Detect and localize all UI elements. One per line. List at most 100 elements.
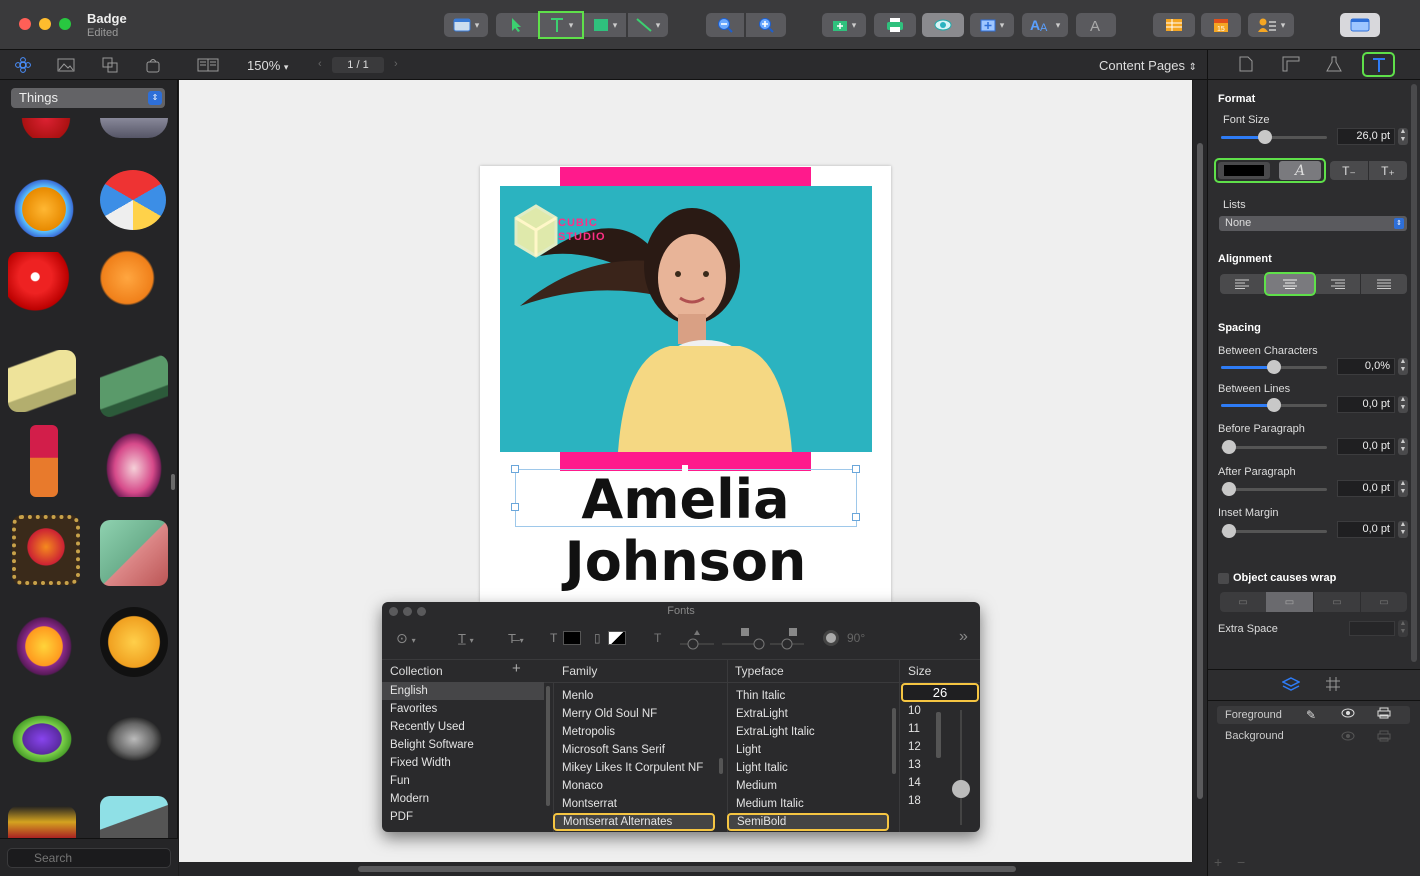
shadow-sliders[interactable] (674, 626, 814, 652)
wrap-mode-1[interactable]: ▭ (1220, 592, 1266, 612)
align-left-button[interactable] (1220, 274, 1264, 294)
size-slider-track[interactable] (960, 710, 962, 825)
layout-inspector-tab[interactable] (1282, 56, 1300, 75)
clipart-figure[interactable] (100, 425, 168, 497)
calendar-button[interactable]: 15 (1201, 13, 1241, 37)
align-right-button[interactable] (1316, 274, 1360, 294)
close-window-button[interactable] (19, 18, 31, 30)
size-item[interactable]: 13 (900, 756, 934, 774)
after-para-slider[interactable] (1221, 488, 1327, 491)
size-list-scrollbar[interactable] (936, 712, 941, 758)
shape-tool-button[interactable]: ▾ (584, 13, 626, 37)
size-item[interactable]: 18 (900, 792, 934, 810)
zoom-in-button[interactable] (746, 13, 786, 37)
text-format-button[interactable]: A (1076, 13, 1116, 37)
between-lines-field[interactable]: 0,0 pt (1337, 396, 1395, 413)
clipart-stamp[interactable] (100, 520, 168, 586)
before-para-stepper[interactable]: ▲ ▼ (1398, 438, 1408, 455)
object-inspector-tab[interactable] (1325, 56, 1343, 75)
line-tool-button[interactable]: ▾ (628, 13, 668, 37)
lists-select[interactable]: None ⇕ (1219, 216, 1407, 231)
clipart-binoculars-purple[interactable] (8, 712, 76, 766)
library-search-input[interactable] (7, 848, 171, 868)
typeface-item[interactable]: Thin Italic (728, 687, 890, 705)
printer-icon[interactable] (1377, 730, 1391, 745)
size-input[interactable]: 26 (901, 683, 979, 702)
grid-tab[interactable] (1325, 676, 1341, 695)
vertical-scrollbar[interactable] (1197, 143, 1203, 799)
typeface-item[interactable]: ExtraLight (728, 705, 890, 723)
library-scrollbar[interactable] (171, 474, 175, 490)
cliparts-tab[interactable] (14, 56, 32, 74)
select-tool-button[interactable] (496, 13, 538, 37)
document-inspector-tab[interactable] (1239, 56, 1253, 75)
inset-margin-slider[interactable] (1221, 530, 1327, 533)
clipart-beach-ball[interactable] (100, 170, 166, 230)
prev-page-icon[interactable]: ‹ (318, 58, 322, 70)
collection-item[interactable]: English (382, 682, 544, 700)
family-item[interactable]: Menlo (554, 687, 716, 705)
typeface-list[interactable]: Thin Italic ExtraLight ExtraLight Italic… (727, 687, 890, 831)
inset-margin-stepper[interactable]: ▲ ▼ (1398, 521, 1408, 538)
before-para-slider[interactable] (1221, 446, 1327, 449)
between-chars-stepper[interactable]: ▲ ▼ (1398, 358, 1408, 375)
size-list[interactable]: 10 11 12 13 14 18 (900, 702, 934, 810)
extra-space-field[interactable] (1349, 621, 1395, 636)
horizontal-scrollbar[interactable] (358, 866, 1016, 872)
size-item[interactable]: 11 (900, 720, 934, 738)
contacts-button[interactable]: ▾ (1248, 13, 1294, 37)
extra-space-stepper[interactable]: ▲ ▼ (1398, 620, 1408, 637)
typeface-item[interactable]: Medium Italic (728, 795, 890, 813)
badge-last-name[interactable]: Johnson (480, 532, 891, 592)
size-item[interactable]: 12 (900, 738, 934, 756)
clipart-nail-polish[interactable] (30, 425, 58, 497)
badge-first-name[interactable]: Amelia (480, 470, 891, 530)
text-tool-button[interactable]: ▾ (538, 11, 584, 39)
font-size-field[interactable]: 26,0 pt (1337, 128, 1395, 145)
clipart-flashlight-yellow[interactable] (8, 350, 76, 412)
content-pages-select[interactable]: Content Pages ⇕ (1099, 58, 1197, 73)
text-color-swatch[interactable] (563, 631, 581, 645)
size-item[interactable]: 14 (900, 774, 934, 792)
collection-item[interactable]: Belight Software (382, 736, 544, 754)
size-slider-knob[interactable] (952, 780, 970, 798)
between-lines-knob[interactable] (1267, 398, 1281, 412)
pencil-icon[interactable]: ✎ (1306, 708, 1316, 722)
page-view-button[interactable] (196, 56, 220, 74)
insert-image-button[interactable]: ▾ (970, 13, 1014, 37)
after-para-knob[interactable] (1222, 482, 1236, 496)
expand-icon[interactable]: » (959, 628, 968, 646)
add-layer-icon[interactable]: + (1214, 854, 1222, 870)
page-indicator[interactable]: 1 / 1 (332, 57, 384, 73)
between-chars-knob[interactable] (1267, 360, 1281, 374)
justify-button[interactable] (1361, 274, 1407, 294)
clipart-cap[interactable] (10, 175, 78, 237)
shapes-tab[interactable] (101, 56, 119, 74)
clipart-binoculars-yellow[interactable] (10, 610, 78, 676)
clipart-binoculars-teal[interactable] (100, 796, 168, 838)
text-style-button[interactable]: A A ▾ (1022, 13, 1068, 37)
strikethrough-menu-button[interactable]: T̶ ▾ (508, 631, 524, 646)
family-item[interactable]: Microsoft Sans Serif (554, 741, 716, 759)
clipart-badge-partial[interactable] (8, 806, 76, 838)
print-button[interactable] (874, 13, 916, 37)
typeface-item[interactable]: Medium (728, 777, 890, 795)
minimize-window-button[interactable] (39, 18, 51, 30)
family-item[interactable]: Metropolis (554, 723, 716, 741)
family-item[interactable]: Merry Old Soul NF (554, 705, 716, 723)
align-center-button[interactable] (1264, 272, 1316, 296)
collection-scrollbar[interactable] (546, 686, 550, 806)
after-para-stepper[interactable]: ▲ ▼ (1398, 480, 1408, 497)
wrap-checkbox[interactable] (1218, 573, 1229, 584)
remove-layer-icon[interactable]: − (1237, 854, 1245, 870)
clipart-flashlight-green[interactable] (100, 355, 168, 417)
add-collection-icon[interactable]: + (512, 660, 521, 677)
typeface-scrollbar[interactable] (892, 708, 896, 774)
italic-button[interactable]: A (1279, 161, 1321, 180)
family-scrollbar[interactable] (719, 758, 723, 774)
text-inspector-tab[interactable] (1362, 52, 1395, 77)
inset-margin-field[interactable]: 0,0 pt (1337, 521, 1395, 538)
collection-item[interactable]: Recently Used (382, 718, 544, 736)
wrap-mode-4[interactable]: ▭ (1361, 592, 1407, 612)
family-list[interactable]: Menlo Merry Old Soul NF Metropolis Micro… (553, 687, 716, 831)
